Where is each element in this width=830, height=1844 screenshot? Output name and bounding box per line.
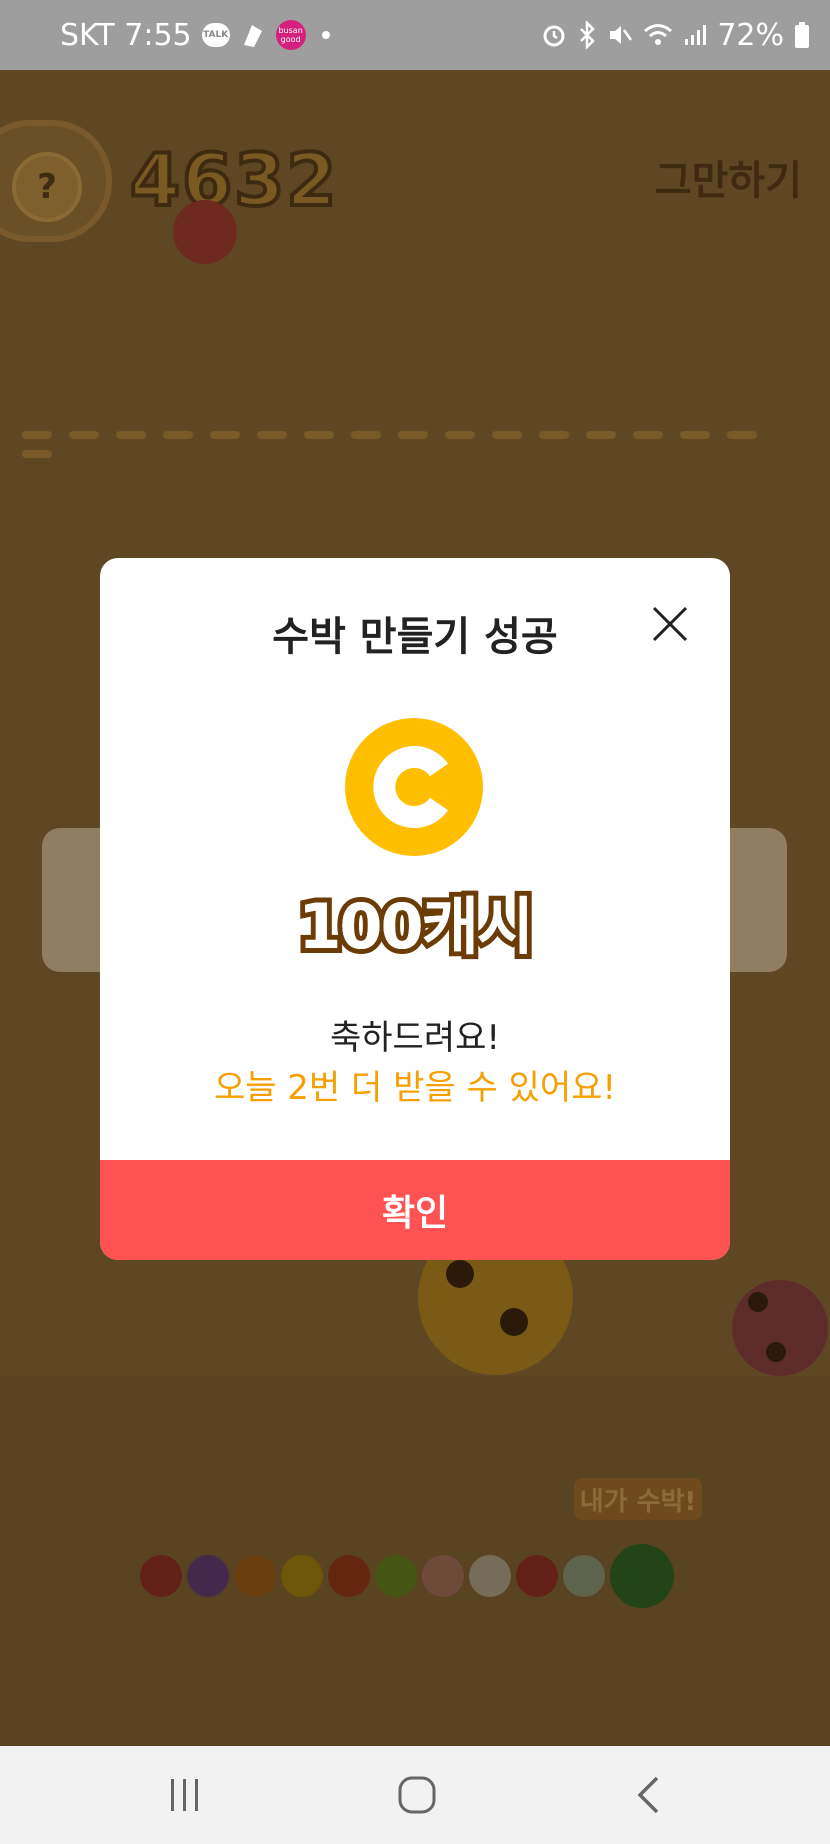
evolution-fruit (563, 1555, 605, 1597)
limit-line (22, 424, 812, 458)
status-bar: SKT 7:55 TALK busan good 72% (0, 0, 830, 70)
evolution-fruit (375, 1555, 417, 1597)
dash-segment (210, 431, 240, 439)
busan-good-icon: busan good (275, 20, 306, 50)
plum-fruit (732, 1280, 828, 1376)
reward-dialog: 수박 만들기 성공 100캐시 100캐시 축하드려요! 오늘 2번 더 받을 … (100, 558, 730, 1260)
evolution-fruit (234, 1555, 276, 1597)
alarm-icon (541, 22, 567, 48)
congrats-text: 축하드려요! (329, 1018, 501, 1058)
dash-segment (539, 431, 569, 439)
carrier-time: SKT 7:55 (60, 17, 192, 53)
dialog-title: 수박 만들기 성공 (272, 614, 558, 660)
evolution-fruit (140, 1555, 182, 1597)
dash-segment (257, 431, 287, 439)
help-button[interactable]: ? (12, 152, 82, 222)
dash-segment (116, 431, 146, 439)
evolution-fruit (281, 1555, 323, 1597)
evolution-badge: 내가 수박! (574, 1478, 702, 1520)
reward-amount: 100캐시 (298, 890, 534, 963)
evolution-fruit (187, 1555, 229, 1597)
dash-segment (398, 431, 428, 439)
confirm-button[interactable]: 확인 (100, 1160, 730, 1260)
score: 4632 (128, 136, 339, 224)
navigation-bar (0, 1746, 830, 1844)
dash-segment (69, 431, 99, 439)
dash-segment (22, 431, 52, 439)
evolution-fruit (328, 1555, 370, 1597)
home-icon[interactable] (387, 1770, 447, 1820)
bluetooth-icon (577, 21, 597, 49)
recent-apps-icon[interactable] (155, 1770, 215, 1820)
falling-fruit (173, 200, 237, 264)
dash-segment (492, 431, 522, 439)
remaining-text: 오늘 2번 더 받을 수 있어요! (213, 1068, 617, 1108)
fruit-eye (500, 1308, 528, 1336)
battery-icon (794, 21, 810, 49)
quit-button[interactable]: 그만하기 (655, 148, 802, 206)
app-icon (240, 21, 266, 49)
close-icon[interactable] (648, 602, 692, 646)
dash-segment (163, 431, 193, 439)
evolution-fruit (469, 1555, 511, 1597)
evolution-fruit (516, 1555, 558, 1597)
watermelon-fruit (610, 1544, 674, 1608)
dash-segment (304, 431, 334, 439)
dash-segment (445, 431, 475, 439)
back-icon[interactable] (618, 1770, 678, 1820)
dash-segment (586, 431, 616, 439)
wifi-icon (643, 22, 673, 48)
cash-coin-icon (345, 718, 483, 856)
notification-dot (321, 31, 330, 39)
kakaotalk-icon: TALK (201, 23, 230, 47)
dash-segment (680, 431, 710, 439)
battery-percent: 72% (717, 17, 784, 53)
evolution-row (140, 1544, 674, 1608)
mute-icon (607, 22, 633, 48)
fruit-eye (748, 1292, 768, 1312)
dash-segment (22, 450, 52, 458)
dash-segment (351, 431, 381, 439)
signal-icon (683, 23, 707, 47)
fruit-eye (446, 1260, 474, 1288)
dash-segment (727, 431, 757, 439)
dash-segment (633, 431, 663, 439)
evolution-fruit (422, 1555, 464, 1597)
fruit-eye (766, 1342, 786, 1362)
